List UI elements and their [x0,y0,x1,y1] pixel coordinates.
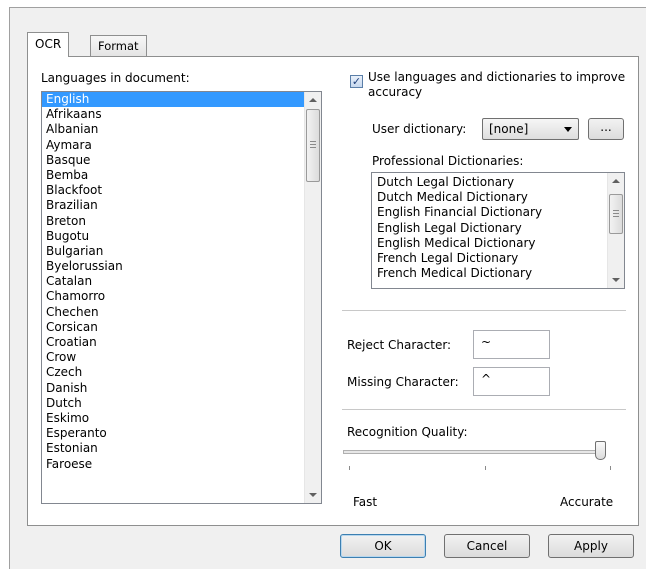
divider [342,409,626,410]
user-dictionary-value: [none] [489,122,529,136]
professional-list-items: Dutch Legal Dictionary Dutch Medical Dict… [372,175,624,281]
language-list-item[interactable]: Chamorro [42,289,321,304]
cancel-button[interactable]: Cancel [444,534,530,558]
language-list-item[interactable]: Crow [42,350,321,365]
slider-tick [349,466,350,470]
professional-dictionaries-label: Professional Dictionaries: [372,154,524,168]
missing-character-label: Missing Character: [347,375,459,389]
language-list-item[interactable]: Breton [42,214,321,229]
professional-dictionary-item[interactable]: English Financial Dictionary [372,205,624,220]
language-list-item[interactable]: Afrikaans [42,107,321,122]
divider [342,310,626,311]
slider-tick [610,466,611,470]
recognition-quality-slider-track[interactable] [343,450,602,454]
browse-dictionary-button[interactable]: ... [588,118,624,140]
scroll-up-arrow-icon[interactable] [305,92,321,109]
scroll-thumb[interactable] [306,109,320,182]
professional-dictionary-item[interactable]: French Medical Dictionary [372,266,624,281]
professional-dictionaries-listbox[interactable]: Dutch Legal Dictionary Dutch Medical Dict… [371,172,625,289]
recognition-quality-slider-thumb[interactable] [595,441,606,460]
languages-list-items: English Afrikaans Albanian Aymara Basque Bemb… [42,92,321,472]
missing-character-field[interactable]: ^ [473,367,550,396]
language-list-item[interactable]: Albanian [42,122,321,137]
language-list-item[interactable]: English [42,92,321,108]
scroll-thumb[interactable] [609,194,623,234]
reject-character-field[interactable]: ~ [473,330,550,359]
scroll-up-arrow-icon[interactable] [608,173,624,190]
use-dictionaries-label-line2: accuracy [368,85,423,99]
chevron-down-icon [564,127,572,132]
ocr-tab-panel: Languages in document: English Afrikaans A… [27,56,639,526]
tab-ocr[interactable]: OCR [27,32,70,57]
language-list-item[interactable]: Eskimo [42,411,321,426]
language-list-item[interactable]: Aymara [42,138,321,153]
professional-dictionary-item[interactable]: Dutch Medical Dictionary [372,190,624,205]
language-list-item[interactable]: Basque [42,153,321,168]
language-list-item[interactable]: Byelorussian [42,259,321,274]
language-list-item[interactable]: Danish [42,381,321,396]
use-dictionaries-label-line1: Use languages and dictionaries to improv… [368,70,626,84]
use-dictionaries-checkbox[interactable]: ✓ [350,75,363,88]
language-list-item[interactable]: Esperanto [42,426,321,441]
professional-dictionary-item[interactable]: French Legal Dictionary [372,251,624,266]
professional-scrollbar[interactable] [607,173,624,288]
language-list-item[interactable]: Bugotu [42,229,321,244]
reject-character-label: Reject Character: [347,338,452,352]
languages-label: Languages in document: [41,71,190,85]
language-list-item[interactable]: Czech [42,365,321,380]
language-list-item[interactable]: Chechen [42,305,321,320]
language-list-item[interactable]: Bulgarian [42,244,321,259]
professional-dictionary-item[interactable]: Dutch Legal Dictionary [372,175,624,190]
ocr-settings-dialog: Format OCR Languages in document: Englis… [9,7,646,569]
language-list-item[interactable]: Estonian [42,441,321,456]
language-list-item[interactable]: Brazilian [42,198,321,213]
language-list-item[interactable]: Bemba [42,168,321,183]
language-list-item[interactable]: Catalan [42,274,321,289]
user-dictionary-select[interactable]: [none] [482,118,579,140]
slider-max-label: Accurate [560,495,614,509]
languages-scrollbar[interactable] [304,92,321,503]
languages-listbox[interactable]: English Afrikaans Albanian Aymara Basque Bemb… [41,91,322,504]
tab-format[interactable]: Format [90,35,147,57]
language-list-item[interactable]: Corsican [42,320,321,335]
language-list-item[interactable]: Faroese [42,457,321,472]
professional-dictionary-item[interactable]: English Medical Dictionary [372,236,624,251]
slider-tick [485,466,486,470]
language-list-item[interactable]: Dutch [42,396,321,411]
language-list-item[interactable]: Croatian [42,335,321,350]
language-list-item[interactable]: Blackfoot [42,183,321,198]
recognition-quality-label: Recognition Quality: [347,425,468,439]
professional-dictionary-item[interactable]: English Legal Dictionary [372,221,624,236]
ok-button[interactable]: OK [340,534,426,558]
slider-min-label: Fast [353,495,378,509]
apply-button[interactable]: Apply [548,534,634,558]
scroll-down-arrow-icon[interactable] [608,271,624,288]
user-dictionary-label: User dictionary: [372,122,467,136]
scroll-down-arrow-icon[interactable] [305,486,321,503]
